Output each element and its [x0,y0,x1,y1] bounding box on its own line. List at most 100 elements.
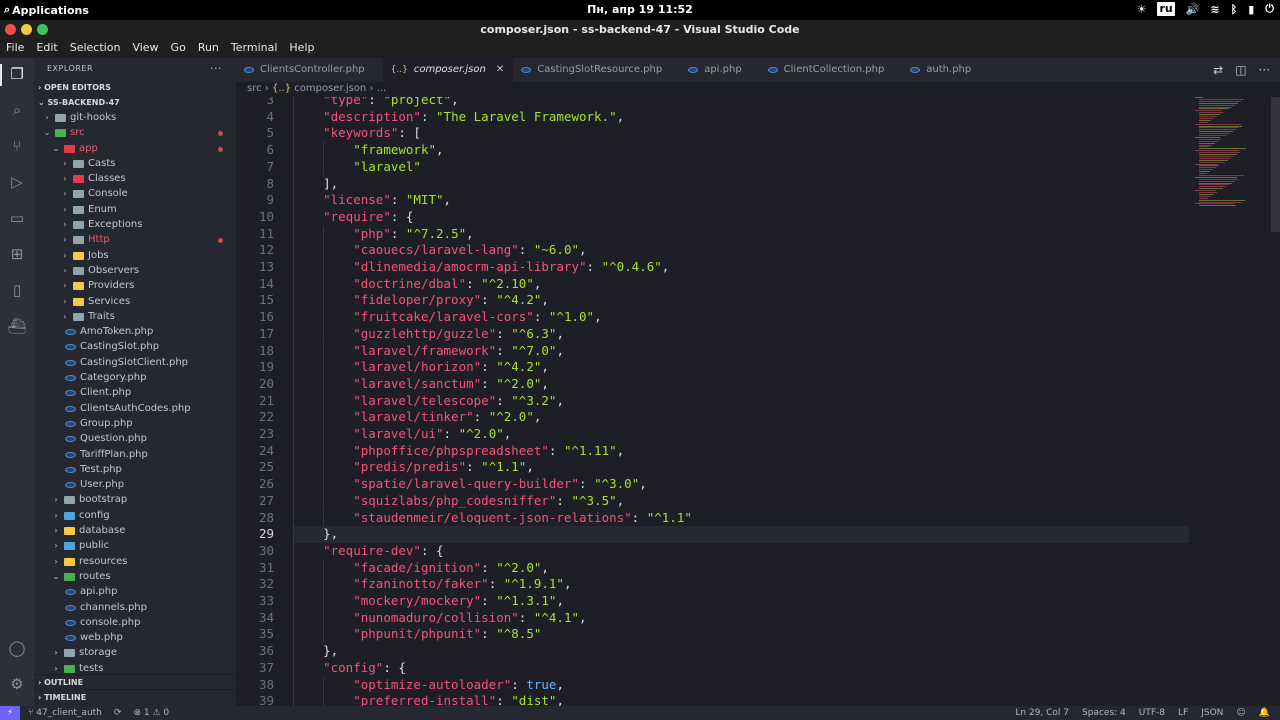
tree-item[interactable]: › public [34,538,236,553]
minimize-window-button[interactable] [21,24,32,35]
tree-item[interactable]: › Exceptions [34,217,236,232]
editor-tab[interactable]: auth.php [902,58,989,82]
code-line[interactable]: 35 "phpunit/phpunit": "^8.5" [236,626,1280,643]
remote-indicator-icon[interactable]: ⚡ [0,706,20,720]
editor-tab[interactable]: api.php [680,58,759,82]
code-line[interactable]: 8 ], [236,176,1280,193]
remote-explorer-icon[interactable]: ▭ [7,208,27,228]
breadcrumb-file[interactable]: composer.json [294,83,366,94]
tree-item[interactable]: ⌄ routes [34,569,236,584]
extensions-icon[interactable]: ⊞ [7,244,27,264]
code-line[interactable]: 14 "doctrine/dbal": "^2.10", [236,276,1280,293]
power-icon[interactable]: ⏻ [1265,2,1274,16]
tree-item[interactable]: Test.php [34,462,236,477]
keyboard-layout[interactable]: ru [1157,2,1175,16]
docker-icon[interactable]: ⛴ [7,316,27,336]
tree-item[interactable]: Group.php [34,416,236,431]
language-mode[interactable]: JSON [1201,706,1223,720]
code-editor[interactable]: 3 "type": "project", 4 "description": "Th… [236,97,1280,706]
problems-indicator[interactable]: ⊗ 1 ⚠ 0 [133,706,169,720]
code-line[interactable]: 13 "dlinemedia/amocrm-api-library": "^0.… [236,259,1280,276]
code-line[interactable]: 9 "license": "MIT", [236,192,1280,209]
outline-section[interactable]: › OUTLINE [34,674,236,689]
bluetooth-icon[interactable]: ᛒ [1231,3,1238,16]
code-line[interactable]: 29 }, [236,526,1280,543]
tree-item[interactable]: › Enum [34,202,236,217]
code-line[interactable]: 26 "spatie/laravel-query-builder": "^3.0… [236,476,1280,493]
code-line[interactable]: 23 "laravel/ui": "^2.0", [236,426,1280,443]
tree-item[interactable]: web.php [34,630,236,645]
close-tab-icon[interactable]: ✕ [496,58,504,82]
project-section[interactable]: ⌄ SS-BACKEND-47 [34,95,236,110]
code-line[interactable]: 3 "type": "project", [236,97,1280,109]
menu-selection[interactable]: Selection [70,39,121,58]
code-line[interactable]: 15 "fideloper/proxy": "^4.2", [236,292,1280,309]
editor-tab[interactable]: {..} composer.json ✕ [382,58,514,82]
tree-item[interactable]: ClientsAuthCodes.php [34,401,236,416]
menu-help[interactable]: Help [289,39,314,58]
code-line[interactable]: 36 }, [236,643,1280,660]
tree-item[interactable]: › Jobs [34,248,236,263]
more-actions-icon[interactable]: ··· [1259,63,1270,77]
code-line[interactable]: 17 "guzzlehttp/guzzle": "^6.3", [236,326,1280,343]
code-line[interactable]: 32 "fzaninotto/faker": "^1.9.1", [236,576,1280,593]
tree-item[interactable]: CastingSlotClient.php [34,355,236,370]
code-line[interactable]: 12 "caouecs/laravel-lang": "~6.0", [236,242,1280,259]
code-line[interactable]: 5 "keywords": [ [236,125,1280,142]
end-of-line[interactable]: LF [1178,706,1188,720]
editor-tab[interactable]: ClientsController.php [236,58,383,82]
source-control-icon[interactable]: ⑂ [7,136,27,156]
code-line[interactable]: 24 "phpoffice/phpspreadsheet": "^1.11", [236,443,1280,460]
split-editor-icon[interactable]: ◫ [1235,63,1246,77]
code-line[interactable]: 25 "predis/predis": "^1.1", [236,459,1280,476]
tree-item[interactable]: › git-hooks [34,110,236,125]
code-line[interactable]: 18 "laravel/framework": "^7.0", [236,343,1280,360]
cursor-position[interactable]: Ln 29, Col 7 [1015,706,1069,720]
tree-item[interactable]: channels.php [34,600,236,615]
code-line[interactable]: 6 "framework", [236,142,1280,159]
clock[interactable]: Пн, апр 19 11:52 [0,3,1280,16]
tree-item[interactable]: User.php [34,477,236,492]
tree-item[interactable]: › Classes [34,171,236,186]
settings-gear-icon[interactable]: ⚙ [7,674,27,694]
notifications-icon[interactable]: 🔔 [1259,706,1270,720]
tree-item[interactable]: › config [34,508,236,523]
editor-tab[interactable]: CastingSlotResource.php [513,58,680,82]
code-line[interactable]: 28 "staudenmeir/eloquent-json-relations"… [236,510,1280,527]
code-line[interactable]: 20 "laravel/sanctum": "^2.0", [236,376,1280,393]
code-line[interactable]: 11 "php": "^7.2.5", [236,226,1280,243]
more-actions-icon[interactable]: ··· [210,58,222,80]
tree-item[interactable]: › Console [34,186,236,201]
tree-item[interactable]: Question.php [34,431,236,446]
tree-item[interactable]: › Casts [34,156,236,171]
tree-item[interactable]: › storage [34,645,236,660]
code-line[interactable]: 34 "nunomaduro/collision": "^4.1", [236,610,1280,627]
feedback-icon[interactable]: ☺ [1236,706,1245,720]
code-line[interactable]: 4 "description": "The Laravel Framework.… [236,109,1280,126]
menu-go[interactable]: Go [171,39,186,58]
tree-item[interactable]: CastingSlot.php [34,339,236,354]
close-window-button[interactable] [5,24,16,35]
tree-item[interactable]: › Providers [34,278,236,293]
code-line[interactable]: 37 "config": { [236,660,1280,677]
timeline-section[interactable]: › TIMELINE [34,689,236,704]
code-line[interactable]: 16 "fruitcake/laravel-cors": "^1.0", [236,309,1280,326]
tree-item[interactable]: › database [34,523,236,538]
menu-file[interactable]: File [6,39,24,58]
run-debug-icon[interactable]: ▷ [7,172,27,192]
code-line[interactable]: 21 "laravel/telescope": "^3.2", [236,393,1280,410]
menu-run[interactable]: Run [198,39,219,58]
tree-item[interactable]: console.php [34,615,236,630]
tree-item[interactable]: › bootstrap [34,492,236,507]
tree-item[interactable]: ⌄ app [34,141,236,156]
tree-item[interactable]: › Traits [34,309,236,324]
code-line[interactable]: 27 "squizlabs/php_codesniffer": "^3.5", [236,493,1280,510]
encoding[interactable]: UTF-8 [1139,706,1165,720]
indentation[interactable]: Spaces: 4 [1082,706,1126,720]
code-line[interactable]: 19 "laravel/horizon": "^4.2", [236,359,1280,376]
battery-icon[interactable]: ▮ [1248,3,1254,16]
testing-icon[interactable]: ▯ [7,280,27,300]
tree-item[interactable]: ⌄ src [34,125,236,140]
menu-view[interactable]: View [132,39,158,58]
tree-item[interactable]: Client.php [34,385,236,400]
